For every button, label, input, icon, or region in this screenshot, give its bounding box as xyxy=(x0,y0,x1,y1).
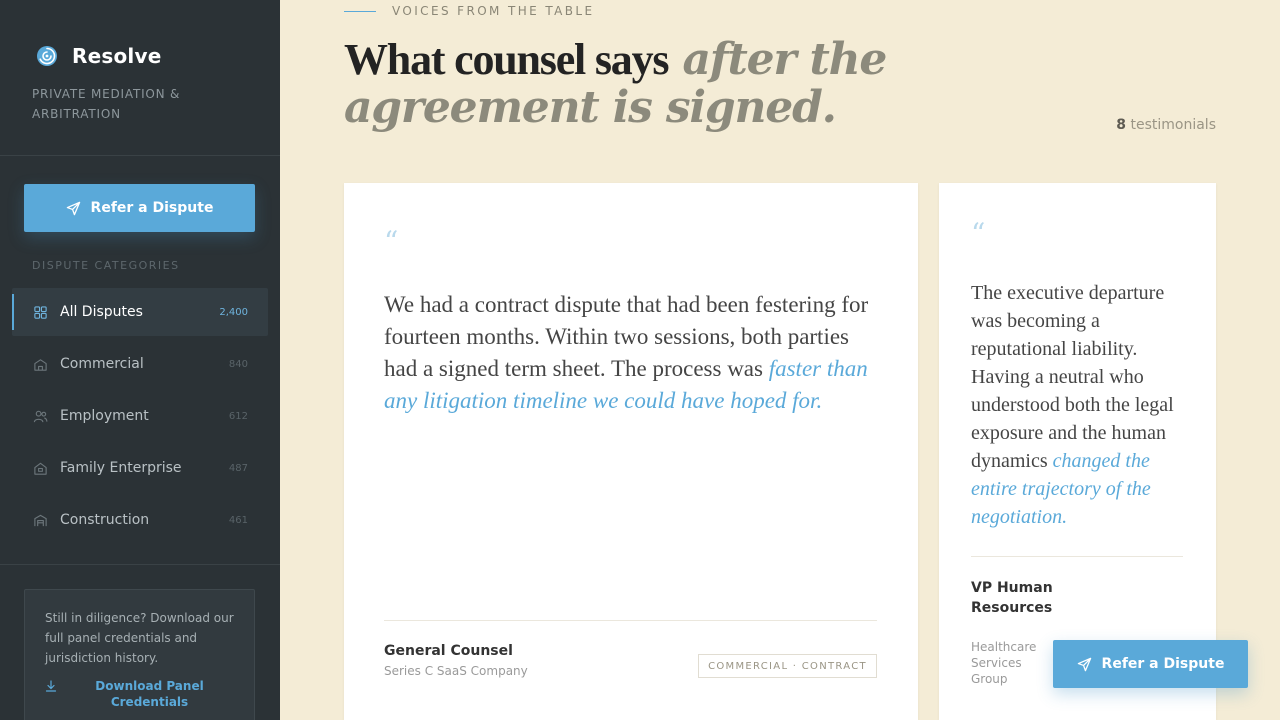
promo-text: Still in diligence? Download our full pa… xyxy=(45,611,234,665)
quote-mark-icon: “ xyxy=(971,217,986,250)
sidebar-item-family-enterprise[interactable]: Family Enterprise 487 xyxy=(12,444,268,492)
send-icon xyxy=(66,201,80,215)
testimonial-quote: We had a contract dispute that had been … xyxy=(384,289,884,417)
sidebar-divider xyxy=(0,564,280,565)
refer-dispute-button[interactable]: Refer a Dispute xyxy=(24,184,255,232)
card-divider xyxy=(384,620,877,621)
headline-plain: What counsel says xyxy=(344,35,670,84)
warehouse-icon xyxy=(32,512,48,528)
attribution-org: Healthcare Services Group xyxy=(971,640,1037,686)
testimonial-count: 8 testimonials xyxy=(1116,117,1216,133)
house-icon xyxy=(32,460,48,476)
card-divider xyxy=(971,556,1183,557)
sidebar-item-label: All Disputes xyxy=(60,304,143,320)
sidebar-item-label: Construction xyxy=(60,512,150,528)
sidebar-item-count: 840 xyxy=(228,358,248,370)
testimonial-quote: The executive departure was becoming a r… xyxy=(971,279,1191,531)
sidebar-item-all-disputes[interactable]: All Disputes 2,400 xyxy=(12,288,268,336)
grid-icon xyxy=(32,304,48,320)
page-title: What counsel says after the agreement is… xyxy=(344,36,904,132)
sidebar-item-commercial[interactable]: Commercial 840 xyxy=(12,340,268,388)
category-nav: All Disputes 2,400 Commercial 840 Employ… xyxy=(12,288,268,548)
attribution-org: Series C SaaS Company xyxy=(384,664,528,678)
download-credentials-label: Download Panel Credentials xyxy=(95,679,204,709)
credentials-promo: Still in diligence? Download our full pa… xyxy=(24,589,255,720)
testimonial-card: “ We had a contract dispute that had bee… xyxy=(344,183,918,720)
brand-subtitle: Private Mediation & Arbitration xyxy=(32,87,181,121)
quote-text: The executive departure was becoming a r… xyxy=(971,282,1174,472)
sidebar-item-count: 487 xyxy=(228,462,248,474)
refer-dispute-label: Refer a Dispute xyxy=(90,200,214,216)
category-tag: COMMERCIAL · CONTRACT xyxy=(698,654,877,678)
sidebar-divider xyxy=(0,155,280,156)
brand-name: Resolve xyxy=(72,44,162,68)
sidebar-item-label: Commercial xyxy=(60,356,144,372)
sidebar: Resolve Private Mediation & Arbitration … xyxy=(0,0,280,720)
sidebar-item-count: 2,400 xyxy=(219,306,248,318)
download-credentials-link[interactable]: Download Panel Credentials xyxy=(45,678,234,710)
categories-heading: DISPUTE CATEGORIES xyxy=(32,259,180,272)
eyebrow-text: VOICES FROM THE TABLE xyxy=(392,4,595,18)
logo-icon xyxy=(37,46,57,66)
building-icon xyxy=(32,356,48,372)
sidebar-item-label: Family Enterprise xyxy=(60,460,182,476)
sidebar-item-count: 461 xyxy=(228,514,248,526)
eyebrow-rule xyxy=(344,10,376,12)
send-icon xyxy=(1077,657,1091,671)
brand[interactable]: Resolve xyxy=(36,44,161,68)
attribution-role: VP Human Resources xyxy=(971,580,1053,616)
download-icon xyxy=(45,680,57,692)
floating-refer-dispute-label: Refer a Dispute xyxy=(1101,656,1225,672)
testimonial-count-label: testimonials xyxy=(1130,117,1216,133)
quote-mark-icon: “ xyxy=(384,225,399,258)
people-icon xyxy=(32,408,48,424)
sidebar-item-count: 612 xyxy=(228,410,248,422)
section-eyebrow: VOICES FROM THE TABLE xyxy=(344,4,595,18)
testimonial-count-number: 8 xyxy=(1116,117,1127,133)
floating-refer-dispute-button[interactable]: Refer a Dispute xyxy=(1053,640,1248,688)
sidebar-item-employment[interactable]: Employment 612 xyxy=(12,392,268,440)
sidebar-item-construction[interactable]: Construction 461 xyxy=(12,496,268,544)
sidebar-item-label: Employment xyxy=(60,408,149,424)
attribution-role: General Counsel xyxy=(384,643,513,659)
